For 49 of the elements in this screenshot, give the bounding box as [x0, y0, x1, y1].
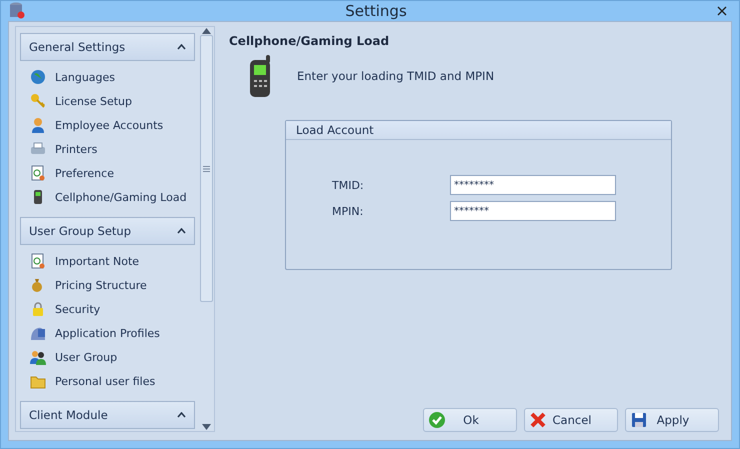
- document-icon: [30, 165, 46, 181]
- save-icon: [630, 411, 648, 429]
- close-icon: [717, 6, 727, 16]
- close-icon: [529, 411, 547, 429]
- sidebar-item[interactable]: Preference: [20, 161, 195, 185]
- sidebar-item[interactable]: User Group: [20, 345, 195, 369]
- globe-icon: [30, 69, 46, 85]
- printer-icon: [30, 141, 46, 157]
- group-title: User Group Setup: [29, 224, 132, 238]
- window-title: Settings: [344, 2, 407, 20]
- sidebar-item[interactable]: Important Note: [20, 249, 195, 273]
- dialog-button[interactable]: Ok: [423, 408, 517, 432]
- group-title: General Settings: [29, 40, 126, 54]
- page-title: Cellphone/Gaming Load: [229, 34, 390, 48]
- group-box-title: Load Account: [286, 121, 671, 140]
- sidebar-item[interactable]: Application Profiles: [20, 321, 195, 345]
- dialog-button[interactable]: Apply: [625, 408, 719, 432]
- group-title: Client Module: [29, 408, 109, 422]
- sidebar-item[interactable]: Security: [20, 297, 195, 321]
- input-field[interactable]: ********: [450, 175, 616, 195]
- group-header[interactable]: User Group Setup: [20, 217, 195, 245]
- dialog-button[interactable]: Cancel: [524, 408, 618, 432]
- document-icon: [30, 253, 46, 269]
- field-label: MPIN:: [331, 204, 364, 218]
- chevron-icon[interactable]: [177, 44, 186, 50]
- sidebar-item[interactable]: Pricing Structure: [20, 273, 195, 297]
- scrollbar-thumb[interactable]: [200, 35, 213, 302]
- key-icon: [30, 93, 46, 109]
- database-icon: [9, 2, 25, 20]
- scroll-down-icon[interactable]: [201, 423, 212, 431]
- sidebar-item[interactable]: License Setup: [20, 89, 195, 113]
- lock-icon: [30, 301, 46, 317]
- group-header[interactable]: General Settings: [20, 33, 195, 61]
- sidebar-item[interactable]: Printers: [20, 137, 195, 161]
- sidebar-item[interactable]: Personal user files: [20, 369, 195, 393]
- sidebar-item[interactable]: Languages: [20, 65, 195, 89]
- instruction-text: Enter your loading TMID and MPIN: [297, 69, 494, 83]
- field-label: TMID:: [331, 178, 365, 192]
- phone-icon: [249, 54, 273, 98]
- check-icon: [428, 411, 446, 429]
- sidebar-item[interactable]: Employee Accounts: [20, 113, 195, 137]
- chevron-icon[interactable]: [177, 228, 186, 234]
- sidebar-item[interactable]: Cellphone/Gaming Load: [20, 185, 195, 209]
- chevron-icon[interactable]: [177, 412, 186, 418]
- person-icon: [30, 117, 46, 133]
- profile-icon: [30, 325, 46, 341]
- people-icon: [30, 349, 46, 365]
- input-field[interactable]: *******: [450, 201, 616, 221]
- group-header[interactable]: Client Module: [20, 401, 195, 429]
